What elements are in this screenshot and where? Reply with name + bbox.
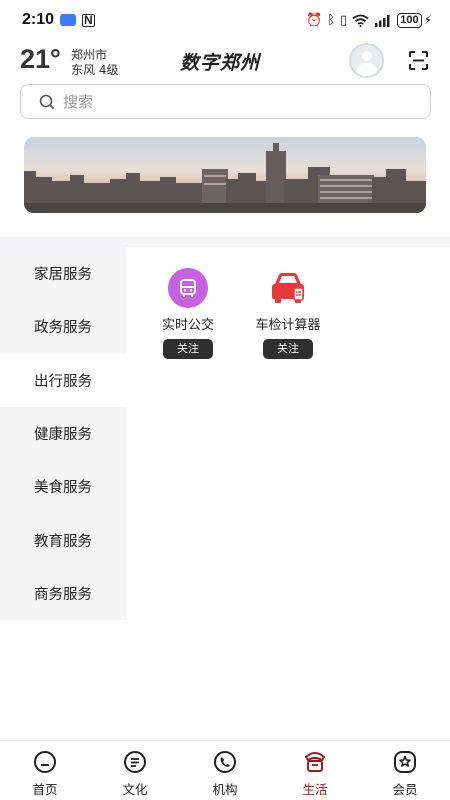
search-input[interactable] xyxy=(63,92,403,111)
follow-button[interactable]: 关注 xyxy=(263,339,313,359)
bottom-navigation: 首页 文化 机构 生活 会员 xyxy=(0,740,450,800)
service-vehicle-inspection-calculator[interactable]: 车检计算器 关注 xyxy=(238,268,338,359)
city-skyline-illustration xyxy=(24,137,426,213)
signal-icon xyxy=(375,14,390,27)
category-health-services[interactable]: 健康服务 xyxy=(0,406,126,461)
status-time: 2:10 xyxy=(22,11,55,28)
alarm-icon: ⏰ xyxy=(306,12,323,28)
bluetooth-icon: ᛒ xyxy=(327,12,336,28)
battery-icon: 100 ⚡ xyxy=(397,12,432,28)
category-sidebar: 家居服务 政务服务 出行服务 健康服务 美食服务 教育服务 商务服务 xyxy=(0,247,126,621)
category-government-services[interactable]: 政务服务 xyxy=(0,300,126,354)
category-education-services[interactable]: 教育服务 xyxy=(0,513,126,567)
category-travel-services[interactable]: 出行服务 xyxy=(0,353,126,407)
header: 21° 郑州市 东风 4级 数字郑州 xyxy=(0,40,450,82)
nav-institution[interactable]: 机构 xyxy=(180,741,270,800)
nav-label: 文化 xyxy=(122,782,148,797)
nav-member[interactable]: 会员 xyxy=(360,741,450,800)
culture-icon xyxy=(124,751,146,773)
service-realtime-bus[interactable]: 实时公交 关注 xyxy=(138,268,238,359)
weather-temperature: 21° xyxy=(20,44,61,74)
category-home-services[interactable]: 家居服务 xyxy=(0,247,126,301)
weather-wind: 东风 4级 xyxy=(71,63,119,77)
home-icon xyxy=(34,751,56,773)
status-bar: 2:10 N ⏰ ᛒ ▯ 100 ⚡ xyxy=(0,0,450,40)
nav-life[interactable]: 生活 xyxy=(270,741,360,800)
nav-culture[interactable]: 文化 xyxy=(90,741,180,800)
avatar[interactable] xyxy=(349,43,384,78)
service-label: 车检计算器 xyxy=(255,318,321,333)
follow-button[interactable]: 关注 xyxy=(163,339,213,359)
search-bar[interactable] xyxy=(20,84,431,119)
vibrate-icon: ▯ xyxy=(340,12,348,28)
avatar-body xyxy=(356,63,378,76)
car-icon xyxy=(268,268,308,308)
nfc-icon: N xyxy=(82,12,95,27)
scan-icon[interactable] xyxy=(408,50,429,71)
nav-label: 生活 xyxy=(302,782,328,797)
search-icon xyxy=(39,94,55,109)
nav-label: 机构 xyxy=(212,782,238,797)
nav-home[interactable]: 首页 xyxy=(0,741,90,800)
avatar-head xyxy=(362,51,372,61)
nav-label: 会员 xyxy=(392,782,418,797)
category-business-services[interactable]: 商务服务 xyxy=(0,566,126,621)
nav-label: 首页 xyxy=(32,782,58,797)
app-title: 数字郑州 xyxy=(180,52,261,74)
service-label: 实时公交 xyxy=(161,318,214,333)
bus-icon xyxy=(168,268,208,308)
charging-icon: ⚡ xyxy=(423,13,432,27)
section-divider xyxy=(0,237,450,247)
app-notification-icon xyxy=(60,14,77,26)
life-icon xyxy=(304,752,326,772)
member-icon xyxy=(394,751,416,773)
category-food-services[interactable]: 美食服务 xyxy=(0,460,126,514)
battery-level: 100 xyxy=(397,12,422,28)
institution-icon xyxy=(214,751,236,773)
wifi-icon xyxy=(352,14,369,27)
city-banner-image[interactable] xyxy=(24,137,426,213)
